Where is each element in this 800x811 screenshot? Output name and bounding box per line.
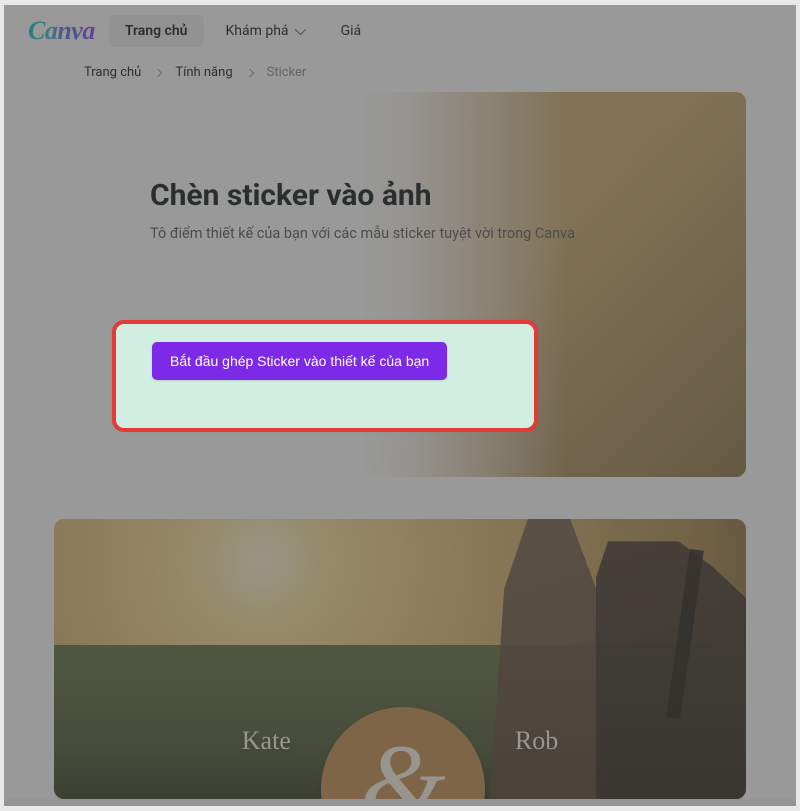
chevron-down-icon: [294, 24, 305, 35]
template-card[interactable]: Kate & Rob: [54, 519, 746, 799]
ampersand-badge: &: [321, 707, 485, 799]
nav-home[interactable]: Trang chủ: [109, 15, 204, 47]
breadcrumb-current: Sticker: [267, 65, 307, 80]
template-name-right: Rob: [515, 726, 558, 756]
breadcrumb-home[interactable]: Trang chủ: [84, 65, 141, 80]
canva-logo[interactable]: Canva: [28, 16, 95, 46]
hero-subtitle: Tô điểm thiết kế của bạn với các mẫu sti…: [150, 225, 746, 242]
template-name-left: Kate: [242, 726, 291, 756]
breadcrumb: Trang chủ Tính năng Sticker: [4, 51, 796, 92]
hero-title: Chèn sticker vào ảnh: [150, 178, 746, 213]
hero-banner: Chèn sticker vào ảnh Tô điểm thiết kế củ…: [54, 92, 746, 477]
template-text-row: Kate & Rob: [54, 707, 746, 775]
nav-pricing[interactable]: Giá: [325, 15, 378, 47]
ampersand-icon: &: [360, 728, 446, 799]
device-mock-edge: [734, 475, 746, 477]
nav-explore[interactable]: Khám phá: [210, 15, 319, 47]
chevron-right-icon: [245, 68, 253, 76]
start-sticker-button[interactable]: Bắt đầu ghép Sticker vào thiết kế của bạ…: [152, 342, 447, 380]
chevron-right-icon: [154, 68, 162, 76]
breadcrumb-features[interactable]: Tính năng: [175, 65, 232, 80]
top-nav: Canva Trang chủ Khám phá Giá: [4, 5, 796, 51]
nav-explore-label: Khám phá: [226, 23, 289, 39]
